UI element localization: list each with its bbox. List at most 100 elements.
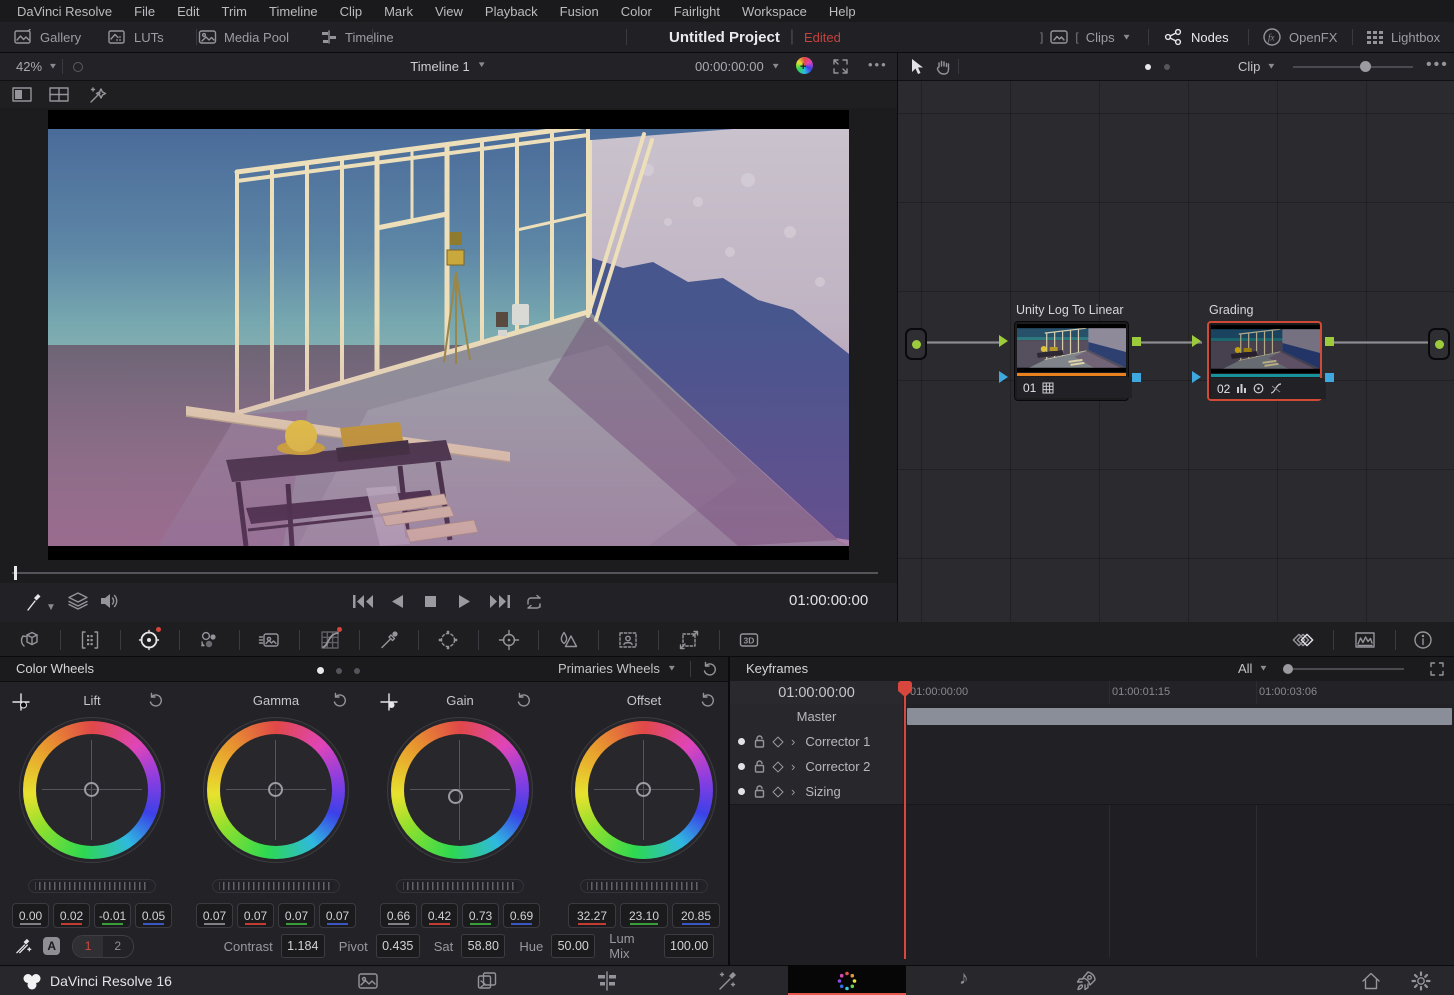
gamma-y-value[interactable]: 0.07 [196, 903, 233, 928]
wheel-mode-select[interactable]: Primaries Wheels▼ [558, 661, 677, 676]
auto-balance-icon[interactable] [14, 936, 33, 956]
keyframes-zoom-thumb[interactable] [1283, 664, 1293, 674]
lightbox-button[interactable]: Lightbox [1366, 22, 1440, 52]
goto-end-button[interactable] [489, 594, 511, 609]
pan-tool-icon[interactable] [935, 59, 951, 75]
nodes-button[interactable]: Nodes [1164, 22, 1229, 52]
keyframe-diamond-icon[interactable] [772, 736, 783, 747]
track-master[interactable]: Master [730, 704, 1454, 730]
loop-button[interactable] [524, 593, 544, 610]
gain-master-wheel[interactable] [396, 879, 524, 893]
node-view-dots[interactable] [1145, 64, 1170, 70]
gallery-button[interactable]: Gallery [14, 22, 81, 52]
split-screen-icon[interactable] [12, 87, 32, 102]
node1-key-output[interactable] [1132, 373, 1141, 382]
offset-b-value[interactable]: 20.85 [672, 903, 720, 928]
fusion-page-icon[interactable] [717, 970, 739, 992]
hue-value[interactable]: 50.00 [551, 934, 595, 958]
media-page-icon[interactable] [357, 970, 379, 992]
keyframes-zoom-slider[interactable] [1286, 668, 1404, 670]
node2-key-output[interactable] [1325, 373, 1334, 382]
stop-button[interactable] [424, 595, 437, 608]
gamma-wheel[interactable] [203, 717, 349, 863]
gamma-b-value[interactable]: 0.07 [319, 903, 356, 928]
lift-g-value[interactable]: -0.01 [94, 903, 131, 928]
grab-still-dropdown[interactable]: ▼ [46, 597, 56, 615]
node-zoom-slider-thumb[interactable] [1360, 61, 1371, 72]
media-pool-button[interactable]: Media Pool [198, 22, 289, 52]
clips-button[interactable]: ] [ Clips ▼ [1040, 22, 1132, 52]
gamma-master-wheel[interactable] [212, 879, 340, 893]
menu-trim[interactable]: Trim [211, 4, 259, 19]
home-icon[interactable] [1360, 970, 1382, 992]
fairlight-page-icon[interactable]: ♪ [959, 968, 969, 990]
wheel-page-dots[interactable] [317, 667, 360, 674]
viewer-timecode[interactable]: 00:00:00:00▼ [695, 59, 781, 74]
keyframes-ruler[interactable]: 01:00:00:00 01:00:00:00 01:00:01:15 01:0… [730, 681, 1454, 705]
color-wheels-icon[interactable] [138, 629, 160, 651]
motion-effects-icon[interactable] [258, 629, 280, 651]
keyframes-icon[interactable] [1292, 629, 1314, 651]
curves-icon[interactable] [319, 629, 341, 651]
wipe-modes-icon[interactable] [68, 592, 88, 610]
track-corrector-2[interactable]: › Corrector 2 [730, 754, 1454, 780]
menu-davinci-resolve[interactable]: DaVinci Resolve [6, 4, 123, 19]
node1-rgb-output[interactable] [1132, 337, 1141, 346]
menu-workspace[interactable]: Workspace [731, 4, 818, 19]
menu-help[interactable]: Help [818, 4, 867, 19]
lock-icon[interactable] [754, 760, 765, 773]
menu-clip[interactable]: Clip [329, 4, 373, 19]
lift-r-value[interactable]: 0.02 [53, 903, 90, 928]
menu-mark[interactable]: Mark [373, 4, 424, 19]
goto-start-button[interactable] [352, 594, 374, 609]
lummix-value[interactable]: 100.00 [664, 934, 714, 958]
lift-b-value[interactable]: 0.05 [135, 903, 172, 928]
pivot-value[interactable]: 0.435 [376, 934, 420, 958]
wheel-page-1[interactable]: 1 [73, 936, 103, 957]
gain-y-value[interactable]: 0.66 [380, 903, 417, 928]
track-enable-dot[interactable] [738, 763, 745, 770]
gain-r-value[interactable]: 0.42 [421, 903, 458, 928]
gain-reset-icon[interactable] [516, 692, 532, 708]
offset-g-value[interactable]: 23.10 [620, 903, 668, 928]
sat-value[interactable]: 58.80 [461, 934, 505, 958]
menu-timeline[interactable]: Timeline [258, 4, 329, 19]
expand-track-chevron[interactable]: › [791, 734, 795, 749]
power-window-icon[interactable] [437, 629, 459, 651]
lift-wheel[interactable] [19, 717, 165, 863]
menu-fairlight[interactable]: Fairlight [663, 4, 731, 19]
key-icon[interactable] [617, 629, 639, 651]
openfx-button[interactable]: fx OpenFX [1262, 22, 1337, 52]
lift-reset-icon[interactable] [148, 692, 164, 708]
expand-viewer-icon[interactable] [833, 59, 848, 74]
node2-rgb-input[interactable] [1192, 335, 1201, 347]
enhance-wand-icon[interactable] [88, 85, 108, 104]
color-match-icon[interactable] [79, 629, 101, 651]
deliver-page-icon[interactable] [1075, 970, 1097, 992]
sizing-icon[interactable] [678, 629, 700, 651]
cut-page-icon[interactable] [476, 970, 498, 992]
lock-icon[interactable] [754, 735, 765, 748]
menu-view[interactable]: View [424, 4, 474, 19]
menu-color[interactable]: Color [610, 4, 663, 19]
expand-track-chevron[interactable]: › [791, 759, 795, 774]
track-sizing[interactable]: › Sizing [730, 779, 1454, 805]
track-corrector-1[interactable]: › Corrector 1 [730, 729, 1454, 755]
lock-icon[interactable] [754, 785, 765, 798]
video-frame[interactable] [48, 110, 849, 560]
scrub-playhead[interactable] [14, 566, 17, 580]
offset-r-value[interactable]: 32.27 [568, 903, 616, 928]
menu-file[interactable]: File [123, 4, 166, 19]
node2-rgb-output[interactable] [1325, 337, 1334, 346]
keyframe-diamond-icon[interactable] [772, 761, 783, 772]
gamma-g-value[interactable]: 0.07 [278, 903, 315, 928]
viewer-options-menu[interactable]: ••• [868, 57, 888, 72]
gamma-reset-icon[interactable] [332, 692, 348, 708]
menu-playback[interactable]: Playback [474, 4, 549, 19]
info-icon[interactable] [1412, 629, 1434, 651]
offset-wheel[interactable] [571, 717, 717, 863]
node1-rgb-input[interactable] [999, 335, 1008, 347]
grab-still-icon[interactable] [24, 592, 42, 612]
node-options-menu[interactable]: ••• [1426, 56, 1449, 74]
menu-fusion[interactable]: Fusion [549, 4, 610, 19]
